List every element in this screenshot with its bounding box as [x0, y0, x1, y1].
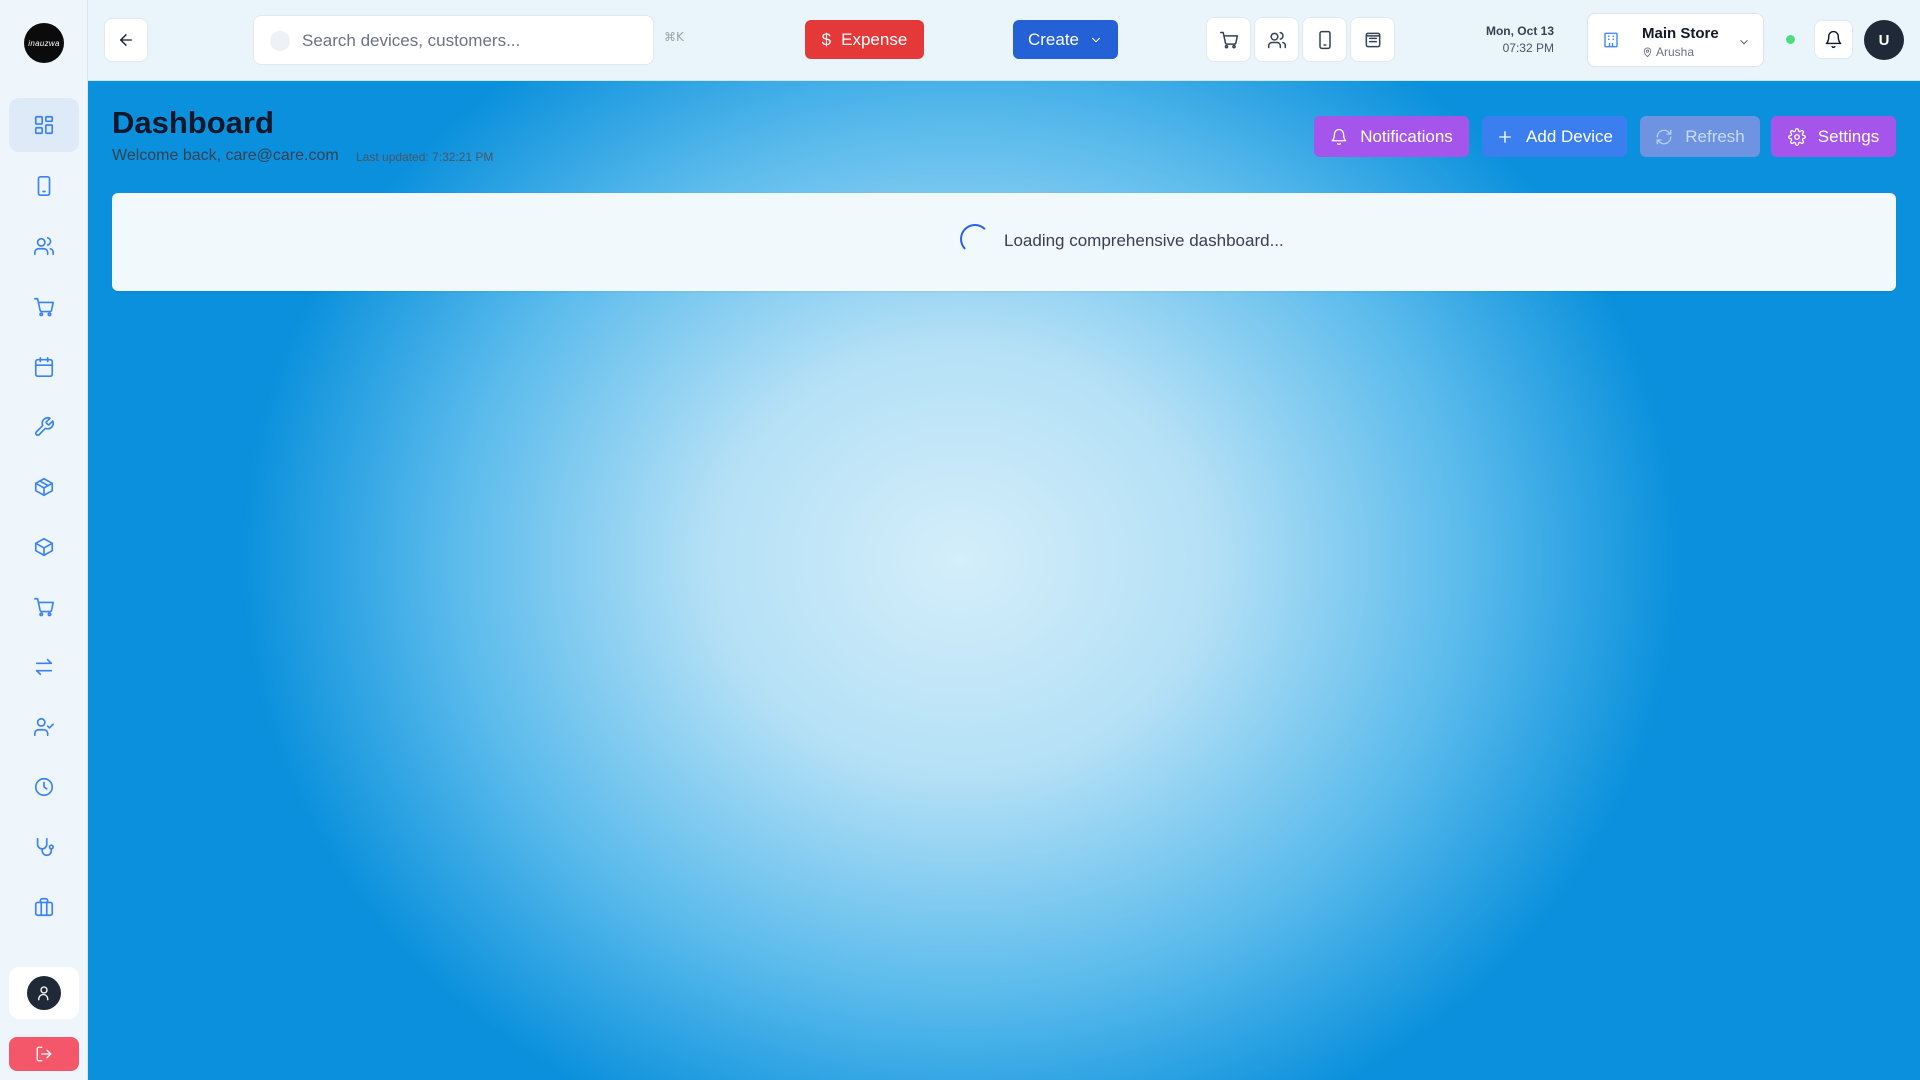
calendar-icon — [34, 357, 54, 377]
loading-spinner-icon — [960, 224, 990, 254]
bell-icon — [1331, 128, 1347, 145]
sidebar-item-employees[interactable] — [9, 700, 79, 754]
store-location-text: Arusha — [1656, 45, 1695, 59]
app-logo[interactable]: inauzwa — [24, 23, 64, 63]
back-button[interactable] — [104, 18, 148, 62]
user-avatar[interactable]: U — [1864, 20, 1904, 60]
expense-label: Expense — [841, 29, 908, 49]
arrows-icon — [35, 658, 53, 676]
quick-customers-button[interactable] — [1254, 17, 1299, 62]
sidebar-user-profile[interactable] — [9, 967, 79, 1019]
cart-icon — [34, 597, 54, 617]
refresh-button[interactable]: Refresh — [1640, 116, 1760, 157]
logout-icon — [36, 1046, 52, 1062]
sidebar-item-transfers[interactable] — [9, 640, 79, 694]
create-label: Create — [1027, 29, 1080, 49]
welcome-text: Welcome back, care@care.com — [112, 147, 339, 164]
date-time-display: Mon, Oct 13 07:32 PM — [1470, 24, 1554, 55]
phone-icon — [1318, 30, 1331, 49]
chevron-down-icon — [1091, 37, 1101, 42]
box-icon — [34, 477, 54, 497]
avatar — [27, 976, 61, 1010]
quick-sale-button[interactable] — [1206, 17, 1251, 62]
briefcase-icon — [34, 897, 54, 917]
sidebar: inauzwa — [0, 0, 88, 1080]
add-device-label: Add Device — [1526, 126, 1613, 146]
package-icon — [34, 537, 54, 557]
sidebar-item-history[interactable] — [9, 760, 79, 814]
dollar-icon: $ — [821, 29, 832, 49]
building-icon — [1604, 32, 1618, 48]
settings-label: Settings — [1817, 126, 1880, 146]
current-time: 07:32 PM — [1502, 41, 1554, 55]
store-location: Arusha — [1642, 45, 1694, 59]
sidebar-item-repairs[interactable] — [9, 400, 79, 454]
create-button[interactable]: Create — [1013, 20, 1118, 59]
cart-icon — [34, 297, 54, 317]
archive-icon — [1365, 32, 1380, 47]
sidebar-item-calendar[interactable] — [9, 340, 79, 394]
search-placeholder: Search devices, customers... — [302, 31, 521, 50]
bell-icon — [1825, 30, 1842, 49]
sidebar-item-dashboard[interactable] — [9, 98, 79, 152]
gear-icon — [1787, 127, 1806, 146]
sidebar-item-devices[interactable] — [9, 159, 79, 213]
search-icon — [270, 31, 290, 51]
notifications-label: Notifications — [1360, 126, 1453, 146]
quick-archive-button[interactable] — [1350, 17, 1395, 62]
plus-icon — [1499, 130, 1511, 143]
store-name: Main Store — [1642, 25, 1719, 42]
last-updated-text: Last updated: 7:32:21 PM — [356, 150, 494, 164]
refresh-icon — [1656, 129, 1672, 144]
wrench-icon — [35, 417, 54, 436]
add-device-button[interactable]: Add Device — [1482, 116, 1627, 157]
expense-button[interactable]: $ Expense — [805, 20, 924, 59]
grid-icon — [34, 115, 54, 135]
current-date: Mon, Oct 13 — [1485, 24, 1554, 38]
sidebar-item-business[interactable] — [9, 880, 79, 934]
search-input[interactable]: Search devices, customers... — [253, 15, 654, 65]
sidebar-item-sales[interactable] — [9, 280, 79, 334]
user-check-icon — [34, 717, 54, 737]
loading-text: Loading comprehensive dashboard... — [1004, 231, 1284, 250]
logout-button[interactable] — [9, 1037, 79, 1071]
users-icon — [34, 237, 54, 256]
sidebar-item-inventory[interactable] — [9, 460, 79, 514]
search-shortcut-hint: ⌘K — [664, 30, 684, 44]
sidebar-item-customers[interactable] — [9, 219, 79, 273]
settings-button[interactable]: Settings — [1771, 116, 1896, 157]
stethoscope-icon — [36, 837, 54, 857]
notifications-button[interactable]: Notifications — [1314, 116, 1469, 157]
refresh-label: Refresh — [1685, 126, 1745, 146]
user-icon — [38, 986, 49, 1001]
quick-devices-button[interactable] — [1302, 17, 1347, 62]
phone-icon — [37, 176, 51, 196]
sidebar-item-products[interactable] — [9, 520, 79, 574]
store-selector[interactable]: Main Store Arusha — [1587, 13, 1764, 67]
notifications-bell-button[interactable] — [1814, 20, 1853, 59]
online-status-indicator — [1786, 35, 1795, 44]
clock-icon — [34, 777, 54, 797]
users-icon — [1267, 31, 1286, 48]
page-title: Dashboard — [112, 105, 274, 140]
loading-card: Loading comprehensive dashboard... — [112, 193, 1896, 291]
chevron-down-icon — [1740, 39, 1748, 45]
sidebar-item-purchases[interactable] — [9, 580, 79, 634]
cart-icon — [1219, 31, 1238, 49]
arrow-left-icon — [120, 34, 132, 46]
sidebar-item-diagnostics[interactable] — [9, 820, 79, 874]
map-pin-icon — [1643, 47, 1652, 57]
